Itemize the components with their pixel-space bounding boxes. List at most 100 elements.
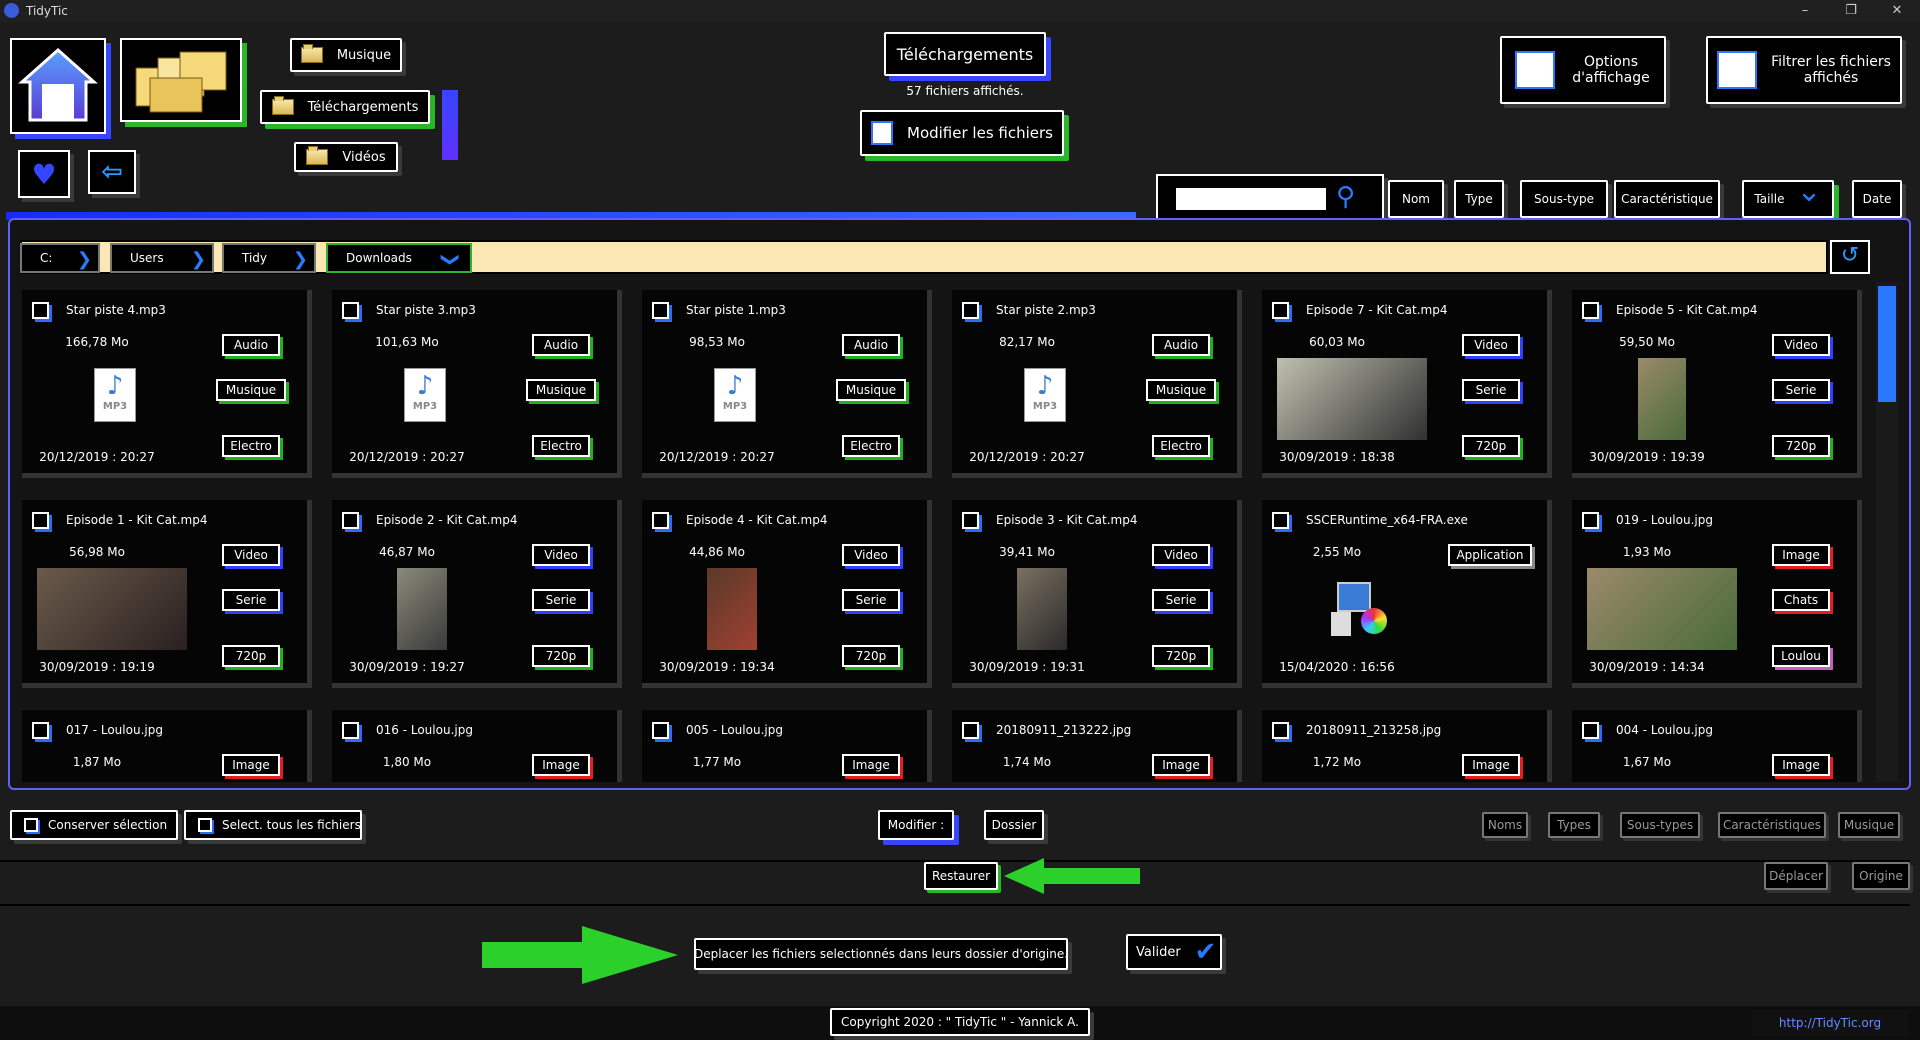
file-tag[interactable]: Image — [532, 754, 590, 776]
file-tag[interactable]: Musique — [216, 379, 286, 401]
attribute-button-sous-types[interactable]: Sous-types — [1620, 812, 1700, 838]
sort-button-sous-type[interactable]: Sous-type — [1520, 180, 1608, 218]
folder-button[interactable]: Dossier — [984, 810, 1044, 840]
attribute-button-musique[interactable]: Musique — [1838, 812, 1900, 838]
home-button[interactable] — [10, 38, 106, 134]
breadcrumb-tidy[interactable]: Tidy ❯ — [222, 243, 316, 273]
file-tag[interactable]: 720p — [532, 645, 590, 667]
file-tag[interactable]: Audio — [222, 334, 280, 356]
file-tag[interactable]: Image — [1772, 544, 1830, 566]
file-checkbox[interactable] — [1272, 512, 1289, 529]
file-tag[interactable]: Electro — [532, 435, 590, 457]
sort-button-type[interactable]: Type — [1454, 180, 1504, 218]
origin-button[interactable]: Origine — [1852, 862, 1910, 890]
file-tag[interactable]: Serie — [532, 589, 590, 611]
favorites-button[interactable]: ♥ — [18, 150, 70, 198]
filter-files-button[interactable]: Filtrer les fichiers affichés — [1706, 36, 1902, 104]
back-button[interactable]: ⇦ — [88, 150, 136, 194]
file-card[interactable]: 20180911_213258.jpg 1,72 Mo Image — [1262, 710, 1552, 782]
file-checkbox[interactable] — [1582, 512, 1599, 529]
file-tag[interactable]: Video — [532, 544, 590, 566]
file-checkbox[interactable] — [962, 302, 979, 319]
file-card[interactable]: Episode 4 - Kit Cat.mp4 44,86 Mo 30/09/201… — [642, 500, 932, 688]
breadcrumb-users[interactable]: Users ❯ — [110, 243, 214, 273]
file-card[interactable]: Episode 7 - Kit Cat.mp4 60,03 Mo 30/09/201… — [1262, 290, 1552, 478]
file-checkbox[interactable] — [342, 512, 359, 529]
file-card[interactable]: 019 - Loulou.jpg 1,93 Mo 30/09/2019 : 14:3… — [1572, 500, 1862, 688]
file-tag[interactable]: Video — [1152, 544, 1210, 566]
sort-button-taille[interactable]: Taille ⌄ — [1742, 174, 1834, 218]
file-checkbox[interactable] — [1272, 302, 1289, 319]
file-checkbox[interactable] — [32, 302, 49, 319]
file-tag[interactable]: Application — [1448, 544, 1532, 566]
file-checkbox[interactable] — [1582, 722, 1599, 739]
file-tag[interactable]: Image — [222, 754, 280, 776]
folders-button[interactable] — [120, 38, 242, 122]
file-tag[interactable]: Audio — [532, 334, 590, 356]
quick-folder-videos[interactable]: Vidéos — [294, 142, 398, 172]
file-checkbox[interactable] — [962, 722, 979, 739]
file-tag[interactable]: Image — [1772, 754, 1830, 776]
file-tag[interactable]: Electro — [222, 435, 280, 457]
file-tag[interactable]: Electro — [842, 435, 900, 457]
modify-files-button[interactable]: Modifier les fichiers — [860, 110, 1064, 156]
refresh-button[interactable]: ↺ — [1830, 240, 1870, 274]
website-link[interactable]: http://TidyTic.org — [1752, 1010, 1908, 1036]
file-checkbox[interactable] — [652, 302, 669, 319]
search-icon[interactable]: ⚲ — [1336, 182, 1355, 212]
restore-icon[interactable]: ❐ — [1828, 0, 1874, 22]
file-tag[interactable]: Video — [1772, 334, 1830, 356]
close-icon[interactable]: ✕ — [1874, 0, 1920, 22]
file-tag[interactable]: 720p — [1772, 435, 1830, 457]
file-tag[interactable]: Musique — [1146, 379, 1216, 401]
file-checkbox[interactable] — [962, 512, 979, 529]
file-card[interactable]: 017 - Loulou.jpg 1,87 Mo Image — [22, 710, 312, 782]
restore-button[interactable]: Restaurer — [924, 862, 998, 890]
sort-button-caractéristique[interactable]: Caractéristique — [1614, 180, 1720, 218]
file-tag[interactable]: Musique — [526, 379, 596, 401]
file-card[interactable]: 004 - Loulou.jpg 1,67 Mo Image — [1572, 710, 1862, 782]
file-card[interactable]: Star piste 3.mp3 101,63 Mo ♪ MP3 20/12/2019 … — [332, 290, 622, 478]
validate-button[interactable]: Valider ✔ — [1126, 934, 1222, 970]
file-tag[interactable]: Serie — [1152, 589, 1210, 611]
file-card[interactable]: Star piste 2.mp3 82,17 Mo ♪ MP3 20/12/2019 :… — [952, 290, 1242, 478]
quick-folder-telechargements[interactable]: Téléchargements — [260, 90, 430, 124]
file-tag[interactable]: 720p — [842, 645, 900, 667]
file-scrollbar-thumb[interactable] — [1878, 286, 1896, 402]
file-card[interactable]: Star piste 4.mp3 166,78 Mo ♪ MP3 20/12/2019 … — [22, 290, 312, 478]
file-card[interactable]: Star piste 1.mp3 98,53 Mo ♪ MP3 20/12/2019 :… — [642, 290, 932, 478]
file-tag[interactable]: Chats — [1772, 589, 1830, 611]
file-tag[interactable]: Image — [1152, 754, 1210, 776]
search-input[interactable] — [1176, 188, 1326, 210]
file-checkbox[interactable] — [342, 302, 359, 319]
file-card[interactable]: SSCERuntime_x64-FRA.exe 2,55 Mo 15/04/2020… — [1262, 500, 1552, 688]
attribute-button-caractéristiques[interactable]: Caractéristiques — [1718, 812, 1826, 838]
file-tag[interactable]: Serie — [1772, 379, 1830, 401]
display-options-button[interactable]: Options d'affichage — [1500, 36, 1666, 104]
attribute-button-noms[interactable]: Noms — [1482, 812, 1528, 838]
file-card[interactable]: 016 - Loulou.jpg 1,80 Mo Image — [332, 710, 622, 782]
file-tag[interactable]: Audio — [1152, 334, 1210, 356]
sort-button-nom[interactable]: Nom — [1388, 180, 1444, 218]
file-card[interactable]: 20180911_213222.jpg 1,74 Mo Image — [952, 710, 1242, 782]
file-tag[interactable]: Audio — [842, 334, 900, 356]
file-tag[interactable]: Video — [222, 544, 280, 566]
keep-selection-button[interactable]: Conserver sélection — [10, 810, 178, 840]
file-tag[interactable]: Serie — [1462, 379, 1520, 401]
file-tag[interactable]: Image — [1462, 754, 1520, 776]
file-tag[interactable]: Electro — [1152, 435, 1210, 457]
file-tag[interactable]: Serie — [222, 589, 280, 611]
file-checkbox[interactable] — [652, 512, 669, 529]
select-all-button[interactable]: Select. tous les fichiers — [184, 810, 362, 840]
file-checkbox[interactable] — [32, 722, 49, 739]
file-checkbox[interactable] — [1582, 302, 1599, 319]
file-tag[interactable]: 720p — [222, 645, 280, 667]
file-card[interactable]: 005 - Loulou.jpg 1,77 Mo Image — [642, 710, 932, 782]
file-tag[interactable]: Video — [1462, 334, 1520, 356]
file-card[interactable]: Episode 2 - Kit Cat.mp4 46,87 Mo 30/09/201… — [332, 500, 622, 688]
file-checkbox[interactable] — [342, 722, 359, 739]
file-checkbox[interactable] — [1272, 722, 1289, 739]
file-card[interactable]: Episode 1 - Kit Cat.mp4 56,98 Mo 30/09/201… — [22, 500, 312, 688]
file-tag[interactable]: 720p — [1152, 645, 1210, 667]
sort-button-date[interactable]: Date — [1852, 180, 1902, 218]
